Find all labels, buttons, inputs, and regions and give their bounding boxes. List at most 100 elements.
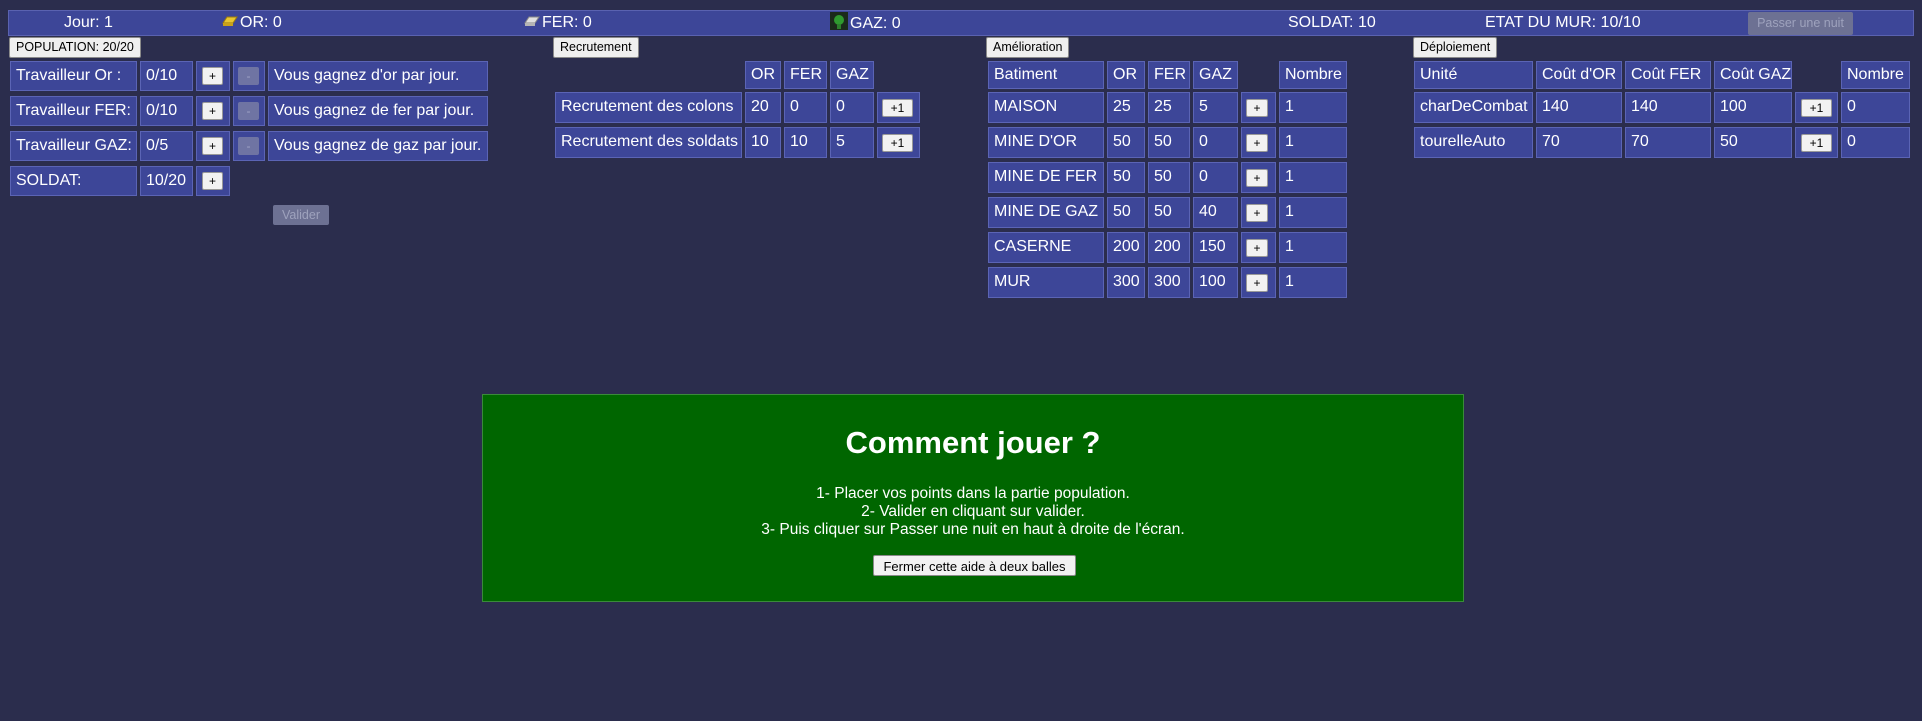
upgrade-cost-fer: 50 bbox=[1148, 127, 1190, 158]
upgrade-cost-fer: 50 bbox=[1148, 162, 1190, 193]
deploy-cost-gaz: 100 bbox=[1714, 92, 1792, 123]
help-panel: Comment jouer ? 1- Placer vos points dan… bbox=[482, 394, 1464, 602]
recruit-colonists-or: 20 bbox=[745, 92, 781, 123]
upgrade-section-button[interactable]: Amélioration bbox=[986, 37, 1070, 58]
soldier-value: 10/20 bbox=[140, 166, 193, 196]
upgrade-header-count: Nombre bbox=[1279, 61, 1347, 89]
upgrade-cost-gaz: 100 bbox=[1193, 267, 1238, 298]
recruit-soldiers-button[interactable]: +1 bbox=[882, 134, 913, 152]
recruit-soldiers-gaz: 5 bbox=[830, 127, 874, 158]
upgrade-cost-or: 200 bbox=[1107, 232, 1145, 263]
deploy-cost-or: 140 bbox=[1536, 92, 1622, 123]
upgrade-cost-gaz: 150 bbox=[1193, 232, 1238, 263]
upgrade-building-name: MINE D'OR bbox=[988, 127, 1104, 158]
upgrade-building-name: MINE DE FER bbox=[988, 162, 1104, 193]
worker-gas-plus-button[interactable]: + bbox=[202, 137, 223, 155]
gas-canister-icon bbox=[830, 12, 848, 30]
upgrade-building-button[interactable]: + bbox=[1246, 274, 1268, 292]
soldier-plus-button[interactable]: + bbox=[202, 172, 223, 190]
upgrade-building-name: MUR bbox=[988, 267, 1104, 298]
upgrade-cost-fer: 200 bbox=[1148, 232, 1190, 263]
upgrade-action-cell: + bbox=[1241, 127, 1276, 158]
upgrade-header-gaz: GAZ bbox=[1193, 61, 1238, 89]
recruit-soldiers-label: Recrutement des soldats bbox=[555, 127, 742, 158]
worker-gas-value: 0/5 bbox=[140, 131, 193, 161]
deploy-cost-or: 70 bbox=[1536, 127, 1622, 158]
deploy-header-count: Nombre bbox=[1841, 61, 1910, 89]
deploy-header-fer: Coût FER bbox=[1625, 61, 1711, 89]
deploy-cost-fer: 140 bbox=[1625, 92, 1711, 123]
upgrade-building-count: 1 bbox=[1279, 232, 1347, 263]
upgrade-cost-or: 300 bbox=[1107, 267, 1145, 298]
deploy-action-cell: +1 bbox=[1795, 127, 1838, 158]
upgrade-building-button[interactable]: + bbox=[1246, 169, 1268, 187]
upgrade-action-cell: + bbox=[1241, 92, 1276, 123]
upgrade-cost-or: 50 bbox=[1107, 162, 1145, 193]
upgrade-building-button[interactable]: + bbox=[1246, 99, 1268, 117]
close-help-button[interactable]: Fermer cette aide à deux balles bbox=[873, 555, 1076, 576]
top-status-bar: Jour: 1 OR: 0 FER: 0 GAZ: 0 SOLDAT: 10 E… bbox=[8, 10, 1914, 36]
population-section-button[interactable]: POPULATION: 20/20 bbox=[9, 37, 141, 58]
worker-gas-plus-cell: + bbox=[196, 131, 230, 161]
worker-iron-plus-button[interactable]: + bbox=[202, 102, 223, 120]
deploy-action-cell: +1 bbox=[1795, 92, 1838, 123]
help-line-1: 1- Placer vos points dans la partie popu… bbox=[816, 485, 1130, 502]
worker-gold-minus-cell: - bbox=[233, 61, 265, 91]
deploy-header-gaz: Coût GAZ bbox=[1714, 61, 1792, 89]
upgrade-action-cell: + bbox=[1241, 162, 1276, 193]
recruit-soldiers-action-cell: +1 bbox=[877, 127, 920, 158]
validate-button[interactable]: Valider bbox=[273, 205, 329, 225]
upgrade-header-or: OR bbox=[1107, 61, 1145, 89]
deploy-unit-button[interactable]: +1 bbox=[1801, 134, 1832, 152]
upgrade-building-button[interactable]: + bbox=[1246, 239, 1268, 257]
recruit-colonists-action-cell: +1 bbox=[877, 92, 920, 123]
upgrade-cost-fer: 50 bbox=[1148, 197, 1190, 228]
recruit-colonists-fer: 0 bbox=[784, 92, 827, 123]
recruitment-section-button[interactable]: Recrutement bbox=[553, 37, 639, 58]
deploy-unit-button[interactable]: +1 bbox=[1801, 99, 1832, 117]
deploy-unit-name: charDeCombat bbox=[1414, 92, 1533, 123]
soldier-count: SOLDAT: 10 bbox=[1288, 14, 1376, 31]
worker-iron-minus-cell: - bbox=[233, 96, 265, 126]
worker-gold-plus-button[interactable]: + bbox=[202, 67, 223, 85]
upgrade-cost-or: 50 bbox=[1107, 127, 1145, 158]
upgrade-building-name: CASERNE bbox=[988, 232, 1104, 263]
next-night-button[interactable]: Passer une nuit bbox=[1748, 12, 1853, 35]
deploy-unit-count: 0 bbox=[1841, 127, 1910, 158]
deploy-unit-count: 0 bbox=[1841, 92, 1910, 123]
upgrade-header-fer: FER bbox=[1148, 61, 1190, 89]
gas-resource: GAZ: 0 bbox=[829, 11, 901, 36]
upgrade-building-count: 1 bbox=[1279, 197, 1347, 228]
gold-bar-icon bbox=[222, 16, 238, 26]
iron-bar-icon bbox=[524, 16, 540, 26]
worker-gas-minus-button[interactable]: - bbox=[238, 137, 259, 155]
worker-iron-label: Travailleur FER: bbox=[10, 96, 137, 126]
day-counter: Jour: 1 bbox=[64, 14, 113, 31]
recruit-colonists-label: Recrutement des colons bbox=[555, 92, 742, 123]
upgrade-cost-gaz: 5 bbox=[1193, 92, 1238, 123]
recruit-colonists-button[interactable]: +1 bbox=[882, 99, 913, 117]
recruit-header-gaz: GAZ bbox=[830, 61, 874, 89]
upgrade-cost-gaz: 0 bbox=[1193, 127, 1238, 158]
recruit-colonists-gaz: 0 bbox=[830, 92, 874, 123]
wall-state: ETAT DU MUR: 10/10 bbox=[1485, 14, 1641, 31]
help-title: Comment jouer ? bbox=[845, 425, 1101, 460]
worker-gold-minus-button[interactable]: - bbox=[238, 67, 259, 85]
upgrade-building-name: MINE DE GAZ bbox=[988, 197, 1104, 228]
help-line-2: 2- Valider en cliquant sur valider. bbox=[861, 503, 1085, 520]
help-line-3: 3- Puis cliquer sur Passer une nuit en h… bbox=[761, 521, 1185, 538]
upgrade-building-button[interactable]: + bbox=[1246, 204, 1268, 222]
worker-gas-description: Vous gagnez de gaz par jour. bbox=[268, 131, 488, 161]
deploy-cost-gaz: 50 bbox=[1714, 127, 1792, 158]
upgrade-cost-or: 50 bbox=[1107, 197, 1145, 228]
worker-gold-description: Vous gagnez d'or par jour. bbox=[268, 61, 488, 91]
upgrade-cost-fer: 300 bbox=[1148, 267, 1190, 298]
soldier-label: SOLDAT: bbox=[10, 166, 137, 196]
worker-iron-minus-button[interactable]: - bbox=[238, 102, 259, 120]
deployment-section-button[interactable]: Déploiement bbox=[1413, 37, 1498, 58]
upgrade-building-button[interactable]: + bbox=[1246, 134, 1268, 152]
help-instructions: 1- Placer vos points dans la partie popu… bbox=[483, 485, 1463, 539]
deploy-unit-name: tourelleAuto bbox=[1414, 127, 1533, 158]
soldier-plus-cell: + bbox=[196, 166, 230, 196]
deploy-header-unit: Unité bbox=[1414, 61, 1533, 89]
